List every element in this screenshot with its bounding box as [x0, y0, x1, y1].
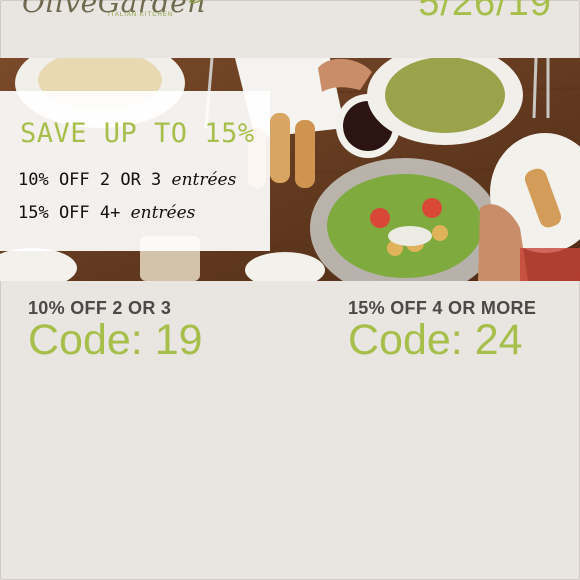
coupon-header: OliveGarden ITALIAN KITCHEN 5/26/19: [0, 0, 580, 58]
promo-line-four-plus-word: entrées: [130, 203, 196, 223]
expiration-date: 5/26/19: [418, 0, 552, 24]
logo-subtitle: ITALIAN KITCHEN: [108, 12, 174, 18]
promo-line-two-three: 10% OFF 2 OR 3 entrées: [18, 170, 236, 190]
olive-leaf-icon: [189, 0, 203, 4]
promo-line-four-plus-prefix: 15% OFF 4+: [18, 203, 131, 223]
promo-line-four-plus: 15% OFF 4+ entrées: [18, 203, 195, 223]
promo-line-two-three-word: entrées: [171, 170, 237, 190]
offer-code-24: Code: 24: [348, 316, 523, 364]
promo-line-two-three-prefix: 10% OFF 2 OR 3: [18, 170, 172, 190]
offer-code-19: Code: 19: [28, 316, 203, 364]
promo-title: SAVE UP TO 15%: [20, 118, 255, 149]
